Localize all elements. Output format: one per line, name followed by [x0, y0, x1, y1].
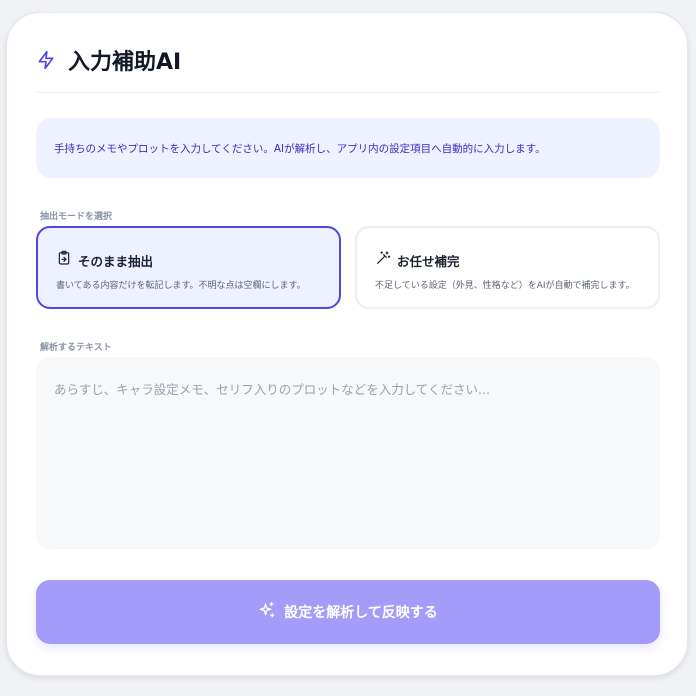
mode-option-description: 書いてある内容だけを転記します。不明な点は空欄にします。: [56, 281, 306, 291]
info-banner: 手持ちのメモやプロットを入力してください。AIが解析し、アプリ内の設定項目へ自動…: [36, 118, 660, 178]
sparkles-icon: [258, 601, 276, 623]
submit-button-label: 設定を解析して反映する: [284, 605, 438, 621]
mode-option-extract-as-is[interactable]: そのまま抽出 書いてある内容だけを転記します。不明な点は空欄にします。: [36, 226, 341, 309]
analysis-text-input[interactable]: [36, 357, 660, 549]
mode-option-auto-complete[interactable]: お任せ補完 不足している設定（外見、性格など）をAIが自動で補完します。: [355, 226, 660, 309]
text-section-label: 解析するテキスト: [40, 343, 112, 353]
mode-option-title: そのまま抽出: [78, 253, 154, 269]
lightning-icon: [36, 49, 56, 71]
analyze-and-apply-button[interactable]: 設定を解析して反映する: [36, 580, 660, 644]
magic-wand-icon: [375, 250, 391, 270]
mode-section-label: 抽出モードを選択: [40, 212, 113, 222]
header: 入力補助AI: [36, 44, 181, 76]
page-title: 入力補助AI: [68, 50, 182, 75]
info-text: 手持ちのメモやプロットを入力してください。AIが解析し、アプリ内の設定項目へ自動…: [54, 142, 546, 155]
mode-option-description: 不足している設定（外見、性格など）をAIが自動で補完します。: [375, 281, 635, 291]
header-divider: [36, 92, 660, 93]
mode-option-title: お任せ補完: [397, 253, 460, 269]
clipboard-icon: [56, 250, 72, 270]
